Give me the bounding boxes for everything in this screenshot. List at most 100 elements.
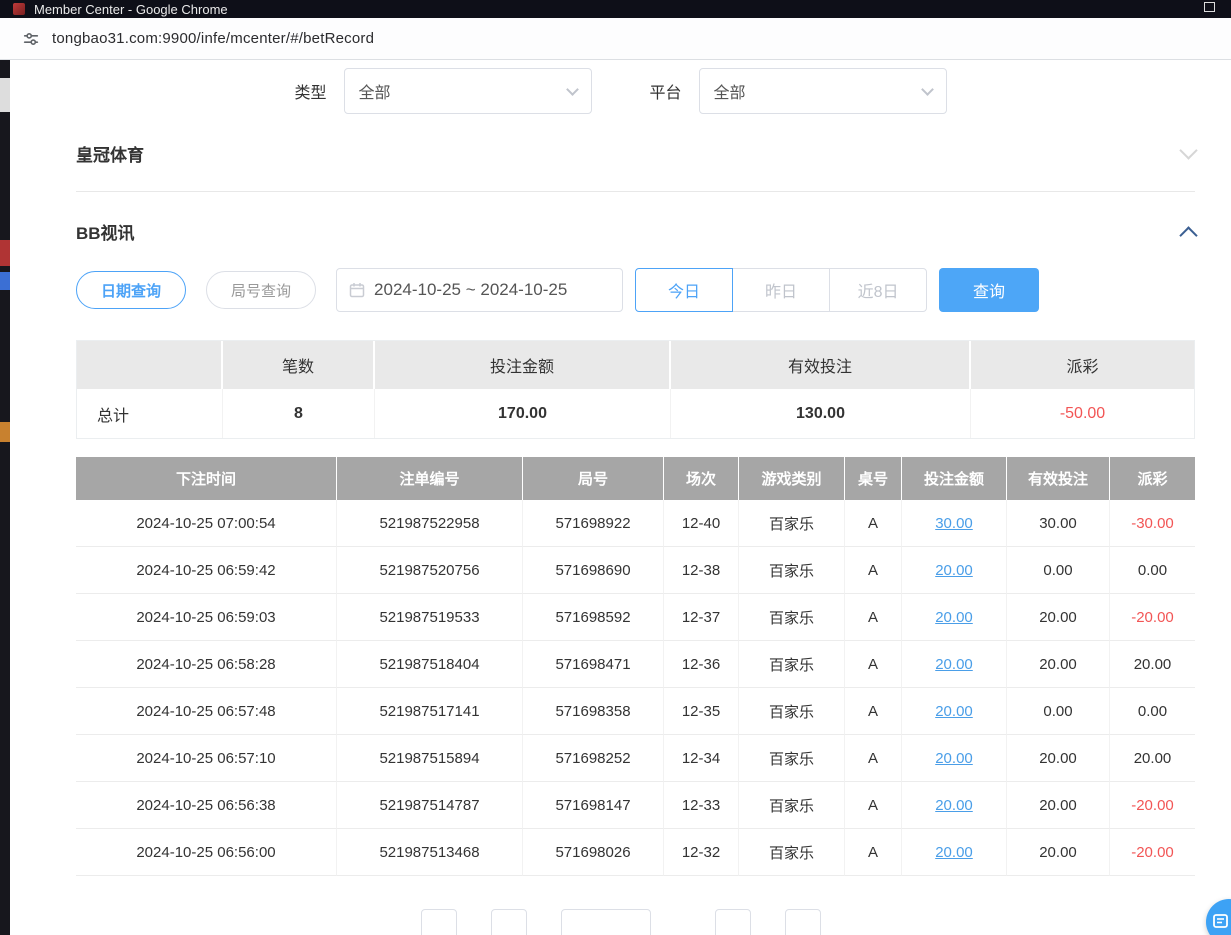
detail-row-2-col-7: 20.00 (1007, 594, 1110, 641)
detail-row-5-col-6[interactable]: 20.00 (902, 735, 1007, 782)
platform-filter-select[interactable]: 全部 (699, 68, 947, 114)
detail-row-4-col-1: 521987517141 (337, 688, 523, 735)
detail-row-0-col-1: 521987522958 (337, 500, 523, 547)
window-titlebar: Member Center - Google Chrome (0, 0, 1231, 18)
detail-row-3-col-4: 百家乐 (739, 641, 845, 688)
detail-row-1-col-5: A (845, 547, 902, 594)
detail-row-2-col-8: -20.00 (1110, 594, 1195, 641)
detail-row-5-col-5: A (845, 735, 902, 782)
detail-row-0-col-4: 百家乐 (739, 500, 845, 547)
section-title: 皇冠体育 (76, 141, 144, 166)
yesterday-button[interactable]: 昨日 (732, 268, 830, 312)
date-range-value: 2024-10-25 ~ 2024-10-25 (374, 280, 567, 300)
detail-row-1-col-2: 571698690 (523, 547, 664, 594)
detail-row-7-col-4: 百家乐 (739, 829, 845, 876)
browser-address-bar[interactable]: tongbao31.com:9900/infe/mcenter/#/betRec… (0, 18, 1231, 60)
detail-row-3-col-6[interactable]: 20.00 (902, 641, 1007, 688)
window-title: Member Center - Google Chrome (34, 2, 228, 17)
summary-header-empty (77, 341, 223, 389)
last-8-days-button[interactable]: 近8日 (829, 268, 927, 312)
detail-header-1: 注单编号 (337, 457, 523, 500)
detail-header-0: 下注时间 (76, 457, 337, 500)
platform-filter-value: 全部 (714, 79, 746, 103)
detail-row-3-col-7: 20.00 (1007, 641, 1110, 688)
pagination-page-button[interactable] (491, 909, 527, 935)
chevron-down-icon[interactable] (1179, 141, 1197, 159)
detail-row-5-col-3: 12-34 (664, 735, 739, 782)
detail-row-5-col-7: 20.00 (1007, 735, 1110, 782)
type-filter-select[interactable]: 全部 (344, 68, 592, 114)
detail-header-5: 桌号 (845, 457, 902, 500)
detail-row-3-col-2: 571698471 (523, 641, 664, 688)
detail-row-7-col-0: 2024-10-25 06:56:00 (76, 829, 337, 876)
detail-row-1-col-8: 0.00 (1110, 547, 1195, 594)
summary-header-payout: 派彩 (971, 341, 1194, 389)
detail-row-7-col-8: -20.00 (1110, 829, 1195, 876)
detail-row-1-col-7: 0.00 (1007, 547, 1110, 594)
detail-row-1-col-1: 521987520756 (337, 547, 523, 594)
pagination-jump-button[interactable] (785, 909, 821, 935)
section-title: BB视讯 (76, 219, 135, 244)
date-query-tab[interactable]: 日期查询 (76, 271, 186, 309)
site-settings-icon[interactable] (22, 30, 40, 48)
search-button[interactable]: 查询 (939, 268, 1039, 312)
detail-row-5-col-0: 2024-10-25 06:57:10 (76, 735, 337, 782)
detail-row-4-col-6[interactable]: 20.00 (902, 688, 1007, 735)
query-toolbar: 日期查询 局号查询 2024-10-25 ~ 2024-10-25 今日 昨日 … (76, 268, 1195, 312)
browser-window: Member Center - Google Chrome tongbao31.… (0, 0, 1231, 935)
chevron-up-icon[interactable] (1179, 226, 1197, 244)
type-filter-label: 类型 (294, 79, 326, 103)
detail-row-4-col-3: 12-35 (664, 688, 739, 735)
detail-row-1-col-6[interactable]: 20.00 (902, 547, 1007, 594)
date-range-input[interactable]: 2024-10-25 ~ 2024-10-25 (336, 268, 623, 312)
detail-row-2-col-4: 百家乐 (739, 594, 845, 641)
detail-row-3-col-5: A (845, 641, 902, 688)
detail-row-2-col-5: A (845, 594, 902, 641)
detail-row-6-col-6[interactable]: 20.00 (902, 782, 1007, 829)
background-fragment (0, 78, 10, 112)
pagination (10, 909, 1231, 935)
background-fragment (0, 422, 10, 442)
detail-row-2-col-0: 2024-10-25 06:59:03 (76, 594, 337, 641)
detail-header-8: 派彩 (1110, 457, 1195, 500)
filter-row: 类型 全部 平台 全部 (10, 60, 1231, 114)
restore-window-button[interactable] (1204, 2, 1215, 12)
detail-row-4-col-7: 0.00 (1007, 688, 1110, 735)
detail-row-3-col-3: 12-36 (664, 641, 739, 688)
section-bb-video[interactable]: BB视讯 (76, 200, 1195, 262)
detail-row-2-col-6[interactable]: 20.00 (902, 594, 1007, 641)
platform-filter-group: 平台 全部 (650, 68, 947, 114)
url-text[interactable]: tongbao31.com:9900/infe/mcenter/#/betRec… (52, 30, 374, 47)
detail-row-0-col-7: 30.00 (1007, 500, 1110, 547)
detail-row-7-col-1: 521987513468 (337, 829, 523, 876)
detail-row-3-col-0: 2024-10-25 06:58:28 (76, 641, 337, 688)
bet-records-table: 下注时间注单编号局号场次游戏类别桌号投注金额有效投注派彩 2024-10-25 … (76, 457, 1195, 876)
round-query-tab[interactable]: 局号查询 (206, 271, 316, 309)
detail-row-1-col-4: 百家乐 (739, 547, 845, 594)
detail-row-4-col-5: A (845, 688, 902, 735)
pagination-next-button[interactable] (715, 909, 751, 935)
summary-count-value: 8 (223, 389, 375, 438)
quick-range-group: 今日 昨日 近8日 (635, 268, 927, 312)
detail-row-6-col-7: 20.00 (1007, 782, 1110, 829)
detail-row-3-col-1: 521987518404 (337, 641, 523, 688)
detail-row-6-col-1: 521987514787 (337, 782, 523, 829)
detail-row-7-col-2: 571698026 (523, 829, 664, 876)
summary-table: 笔数 投注金额 有效投注 派彩 总计 8 170.00 130.00 -50.0… (76, 340, 1195, 439)
summary-header-bet-amount: 投注金额 (375, 341, 671, 389)
detail-row-0-col-6[interactable]: 30.00 (902, 500, 1007, 547)
detail-row-1-col-3: 12-38 (664, 547, 739, 594)
detail-row-0-col-5: A (845, 500, 902, 547)
detail-header-3: 场次 (664, 457, 739, 500)
pagination-prev-button[interactable] (421, 909, 457, 935)
bet-records-header-row: 下注时间注单编号局号场次游戏类别桌号投注金额有效投注派彩 (76, 457, 1195, 500)
section-crown-sports[interactable]: 皇冠体育 (76, 116, 1195, 192)
summary-total-label: 总计 (77, 389, 223, 438)
background-fragment (0, 272, 10, 290)
pagination-size-select[interactable] (561, 909, 651, 935)
detail-row-6-col-4: 百家乐 (739, 782, 845, 829)
detail-row-0-col-0: 2024-10-25 07:00:54 (76, 500, 337, 547)
detail-row-7-col-6[interactable]: 20.00 (902, 829, 1007, 876)
type-filter-group: 类型 全部 (294, 68, 591, 114)
today-button[interactable]: 今日 (635, 268, 733, 312)
